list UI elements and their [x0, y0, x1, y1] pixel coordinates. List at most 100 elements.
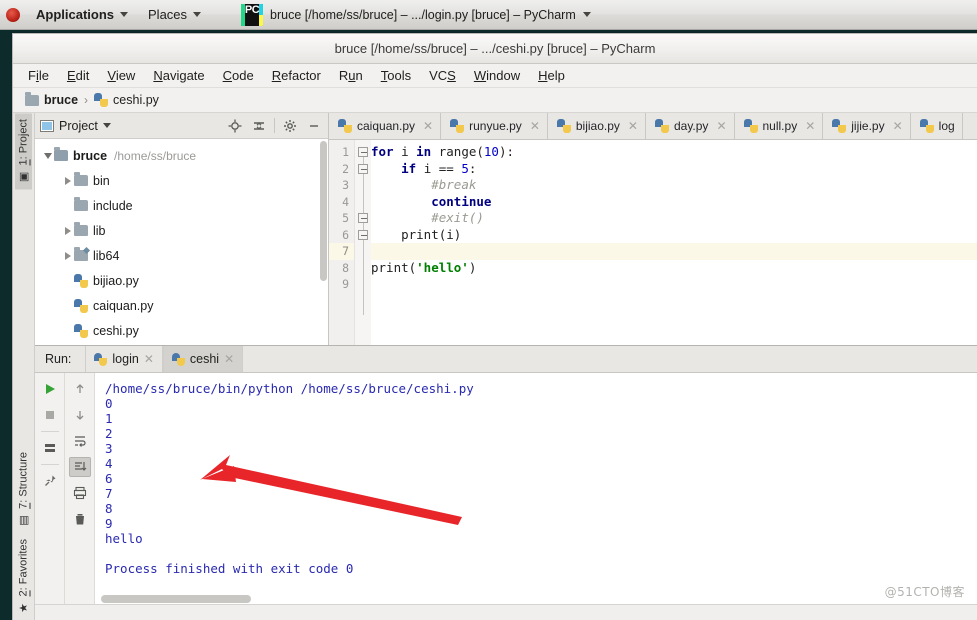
- print-icon[interactable]: [69, 483, 91, 503]
- soft-wrap-icon[interactable]: [69, 431, 91, 451]
- menu-run[interactable]: Run: [330, 66, 372, 85]
- fold-marker-icon[interactable]: [358, 147, 368, 157]
- console-line: 3: [105, 441, 113, 456]
- down-arrow-icon[interactable]: [69, 405, 91, 425]
- run-tab-ceshi[interactable]: ceshi ✕: [162, 346, 244, 372]
- up-arrow-icon[interactable]: [69, 379, 91, 399]
- scroll-to-end-icon[interactable]: [68, 457, 91, 477]
- trash-icon[interactable]: [69, 509, 91, 529]
- tree-item-lib[interactable]: lib: [35, 218, 328, 243]
- menu-tools[interactable]: Tools: [372, 66, 420, 85]
- code-editor[interactable]: 1 2 3 4 5 6 7 8 9 for i in range(10): if…: [329, 140, 977, 345]
- code-line: if i == 5:: [401, 160, 477, 176]
- collapse-all-icon[interactable]: [250, 117, 268, 135]
- rerun-icon[interactable]: [39, 379, 61, 399]
- console-horizontal-scrollbar[interactable]: [101, 595, 251, 603]
- sidebar-tab-favorites[interactable]: ★ 2: Favorites: [15, 533, 32, 620]
- menu-help[interactable]: Help: [529, 66, 574, 85]
- tree-item-ceshi-py[interactable]: ceshi.py: [35, 318, 328, 343]
- close-icon[interactable]: ✕: [628, 119, 638, 133]
- close-icon[interactable]: ✕: [893, 119, 903, 133]
- fold-marker-icon[interactable]: [358, 230, 368, 240]
- code-folding-gutter[interactable]: [355, 140, 371, 345]
- sidebar-tab-structure[interactable]: ▤ 7: Structure: [15, 446, 32, 533]
- gear-icon[interactable]: [281, 117, 299, 135]
- close-icon[interactable]: ✕: [224, 352, 234, 366]
- tree-item-include[interactable]: include: [35, 193, 328, 218]
- applications-menu[interactable]: Applications: [26, 0, 138, 29]
- close-icon[interactable]: ✕: [805, 119, 815, 133]
- tree-item-bin[interactable]: bin: [35, 168, 328, 193]
- menu-file[interactable]: File: [19, 66, 58, 85]
- chevron-down-icon: [193, 12, 202, 17]
- twisty-open-icon[interactable]: [41, 152, 54, 159]
- close-icon[interactable]: ✕: [716, 119, 726, 133]
- menu-navigate[interactable]: Navigate: [144, 66, 213, 85]
- tree-item-bruce[interactable]: bruce /home/ss/bruce: [35, 143, 328, 168]
- python-file-icon: [450, 119, 465, 133]
- python-file-icon: [743, 119, 758, 133]
- tree-item-caiquan-py[interactable]: caiquan.py: [35, 293, 328, 318]
- run-tab-login[interactable]: login ✕: [85, 346, 163, 372]
- sidebar-tab-project[interactable]: ▣ 1: Project: [15, 113, 32, 190]
- folder-icon: [74, 197, 88, 211]
- run-tab-label: login: [112, 352, 139, 366]
- star-icon: ★: [17, 602, 30, 614]
- menu-code[interactable]: Code: [214, 66, 263, 85]
- python-file-icon: [832, 119, 847, 133]
- editor-tab-label: log: [938, 119, 955, 133]
- chevron-down-icon: [582, 12, 591, 17]
- line-number-gutter: 1 2 3 4 5 6 7 8 9: [329, 140, 355, 345]
- left-tool-window-bar: ▣ 1: Project ▤ 7: Structure ★ 2: Favorit…: [13, 113, 35, 620]
- close-icon[interactable]: ✕: [530, 119, 540, 133]
- menu-view[interactable]: View: [98, 66, 144, 85]
- run-panel-body: /home/ss/bruce/bin/python /home/ss/bruce…: [35, 373, 977, 604]
- fold-marker-icon[interactable]: [358, 164, 368, 174]
- upper-area: Project bruce /home/ss/bruce bin include…: [35, 113, 977, 345]
- breadcrumb-project[interactable]: bruce: [25, 91, 78, 107]
- project-panel-title[interactable]: Project: [40, 119, 111, 133]
- code-text[interactable]: for i in range(10): if i == 5: #break co…: [371, 140, 977, 345]
- gnome-window-entry[interactable]: PC bruce [/home/ss/bruce] – .../login.py…: [233, 0, 599, 29]
- console-line: 8: [105, 501, 113, 516]
- close-icon[interactable]: ✕: [144, 352, 154, 366]
- editor-tab-bijiao-py[interactable]: bijiao.py ✕: [547, 113, 646, 139]
- fold-marker-icon[interactable]: [358, 213, 368, 223]
- run-panel-header: Run: login ✕ ceshi ✕: [35, 346, 977, 373]
- pin-icon[interactable]: [39, 471, 61, 491]
- twisty-closed-icon[interactable]: [61, 226, 74, 235]
- menu-window[interactable]: Window: [465, 66, 529, 85]
- project-tree-scrollbar[interactable]: [320, 141, 327, 281]
- run-console-output[interactable]: /home/ss/bruce/bin/python /home/ss/bruce…: [95, 373, 977, 604]
- editor-tab-login-py[interactable]: log: [910, 113, 963, 139]
- menu-edit[interactable]: Edit: [58, 66, 98, 85]
- menu-refactor[interactable]: Refactor: [263, 66, 330, 85]
- sidebar-tab-favorites-label: : Favorites: [17, 538, 30, 590]
- python-file-icon: [654, 119, 669, 133]
- editor-tab-runyue-py[interactable]: runyue.py ✕: [441, 113, 548, 139]
- twisty-closed-icon[interactable]: [61, 176, 74, 185]
- line-number: 4: [342, 194, 349, 209]
- breadcrumb-file[interactable]: ceshi.py: [94, 93, 159, 107]
- folder-link-icon: [74, 247, 88, 261]
- tree-item-lib64[interactable]: lib64: [35, 243, 328, 268]
- structure-tab-icon: ▤: [17, 514, 30, 527]
- sidebar-tab-project-label: : Project: [17, 119, 30, 160]
- editor-tab-caiquan-py[interactable]: caiquan.py ✕: [329, 113, 442, 139]
- tree-item-bijiao-py[interactable]: bijiao.py: [35, 268, 328, 293]
- minimize-icon[interactable]: [305, 117, 323, 135]
- python-run-icon: [171, 352, 185, 366]
- editor-tab-day-py[interactable]: day.py ✕: [645, 113, 735, 139]
- editor-tab-jijie-py[interactable]: jijie.py ✕: [823, 113, 911, 139]
- workspace: ▣ 1: Project ▤ 7: Structure ★ 2: Favorit…: [13, 113, 977, 620]
- editor-tab-null-py[interactable]: null.py ✕: [734, 113, 824, 139]
- twisty-closed-icon[interactable]: [61, 251, 74, 260]
- console-line: 1: [105, 411, 113, 426]
- run-toolbar-right: [65, 373, 95, 604]
- places-menu[interactable]: Places: [138, 0, 211, 29]
- locate-icon[interactable]: [226, 117, 244, 135]
- console-icon[interactable]: [39, 438, 61, 458]
- menu-vcs[interactable]: VCS: [420, 66, 465, 85]
- close-icon[interactable]: ✕: [423, 119, 433, 133]
- stop-icon[interactable]: [39, 405, 61, 425]
